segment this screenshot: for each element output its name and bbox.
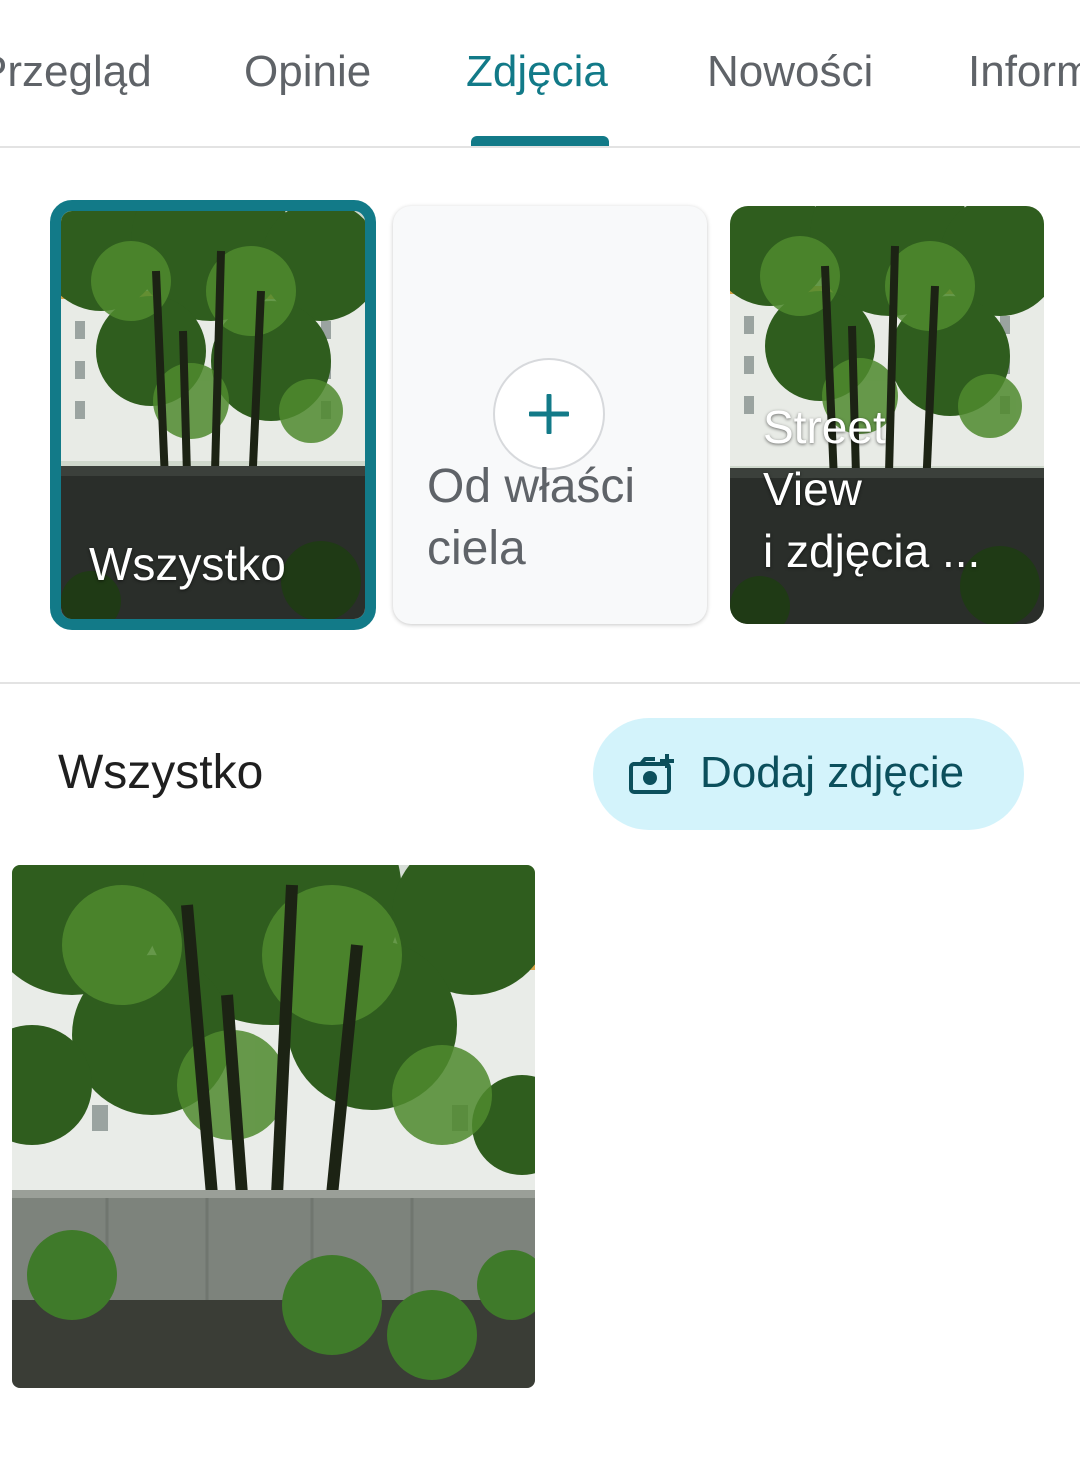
place-tabs: Przegląd Opinie Zdjęcia Nowości Informac… xyxy=(0,0,1080,148)
plus-icon xyxy=(529,394,569,434)
tab-photos[interactable]: Zdjęcia xyxy=(466,44,608,100)
tab-updates[interactable]: Nowości xyxy=(707,44,873,100)
active-tab-indicator xyxy=(471,136,609,146)
album-card-all[interactable]: Wszystko xyxy=(50,200,376,630)
add-photo-camera-icon xyxy=(629,754,675,794)
street-view-photo xyxy=(12,865,535,1388)
photo-thumbnail[interactable] xyxy=(12,865,535,1388)
album-card-street-view[interactable]: Street View i zdjęcia ... xyxy=(730,206,1044,624)
album-card-owner[interactable]: Od właści ciela xyxy=(393,206,707,624)
tab-overview[interactable]: Przegląd xyxy=(0,44,152,100)
album-all-label: Wszystko xyxy=(89,538,286,590)
album-carousel: Wszystko Od właści ciela Street View i z… xyxy=(0,148,1080,684)
album-street-view-label: Street View i zdjęcia ... xyxy=(763,401,981,577)
tab-about[interactable]: Informacje xyxy=(968,44,1080,100)
add-photo-label: Dodaj zdjęcie xyxy=(700,748,965,797)
section-divider xyxy=(0,682,1080,684)
add-owner-photo-button[interactable] xyxy=(493,358,605,470)
section-title: Wszystko xyxy=(58,746,264,799)
album-owner-label: Od właści ciela xyxy=(427,460,636,575)
add-photo-button[interactable]: Dodaj zdjęcie xyxy=(593,718,1024,830)
tab-reviews[interactable]: Opinie xyxy=(244,44,371,100)
photos-page: Przegląd Opinie Zdjęcia Nowości Informac… xyxy=(0,0,1080,1478)
